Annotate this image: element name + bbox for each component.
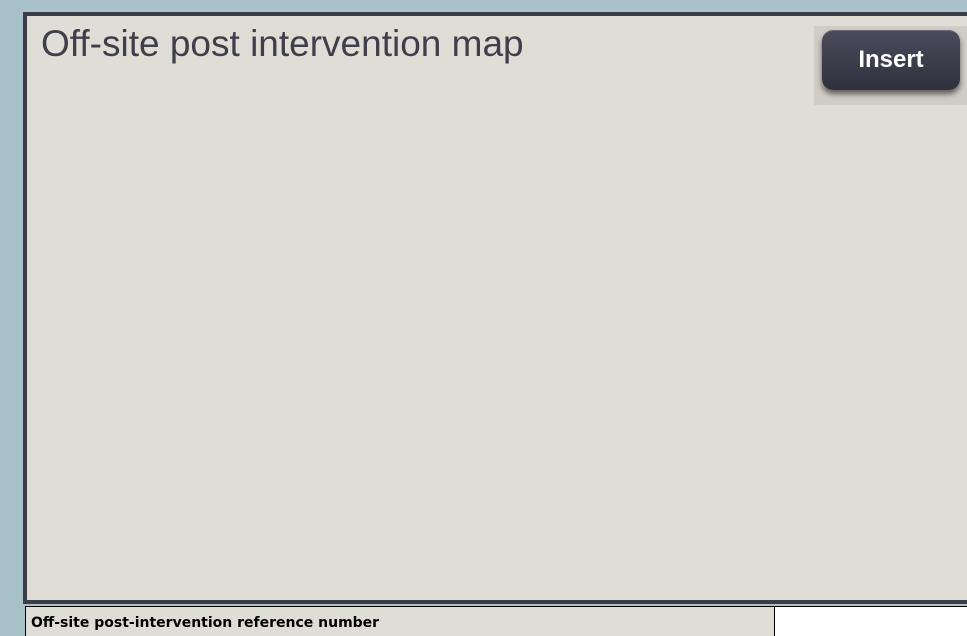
insert-button-frame: Insert — [814, 26, 967, 105]
reference-number-row: Off-site post-intervention reference num… — [25, 606, 967, 636]
reference-number-input[interactable] — [775, 606, 967, 636]
map-title: Off-site post intervention map — [41, 23, 524, 64]
map-placeholder-panel: Off-site post intervention map Insert — [23, 12, 967, 604]
insert-button[interactable]: Insert — [822, 30, 960, 90]
reference-number-label: Off-site post-intervention reference num… — [25, 606, 775, 636]
